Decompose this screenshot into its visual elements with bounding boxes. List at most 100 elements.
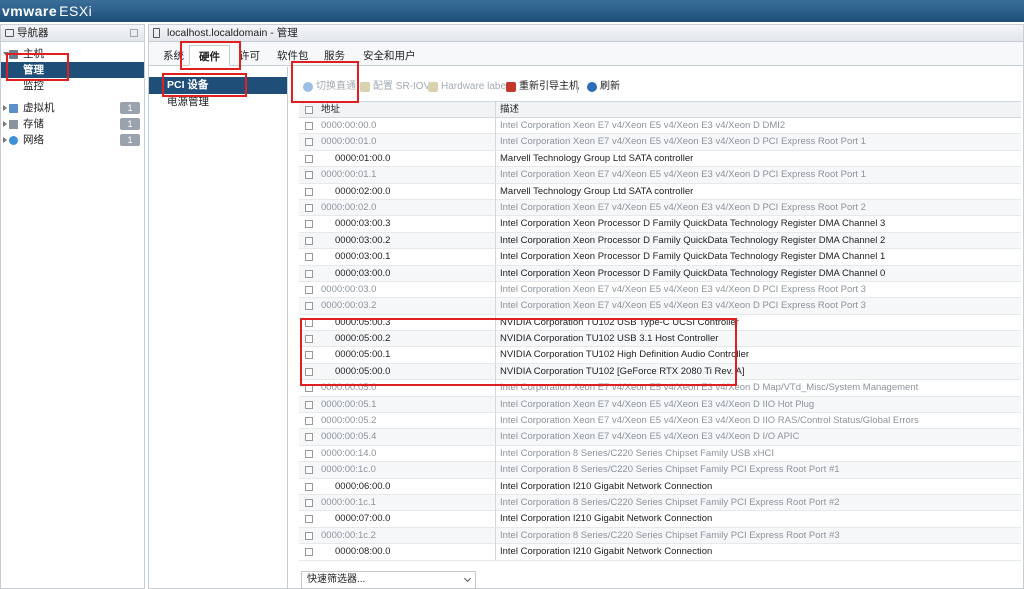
navigator-title: 导航器 (17, 27, 49, 39)
subnav-power-management[interactable]: 电源管理 (149, 94, 287, 111)
tab-system[interactable]: 系统 (163, 48, 184, 63)
row-checkbox[interactable] (305, 433, 313, 442)
reboot-host-button[interactable]: 重新引导主机 (506, 78, 579, 96)
row-checkbox[interactable] (305, 498, 313, 507)
refresh-button[interactable]: 刷新 (587, 78, 620, 96)
table-row[interactable]: 0000:03:00.2 Intel Corporation Xeon Proce… (299, 232, 1021, 250)
row-checkbox[interactable] (305, 482, 313, 491)
row-checkbox[interactable] (305, 400, 313, 409)
cell-address: 0000:00:05.2 (321, 415, 377, 427)
count-badge: 1 (120, 134, 140, 146)
expand-icon[interactable] (3, 137, 7, 143)
table-row[interactable]: 0000:00:00.0 Intel Corporation Xeon E7 v4… (299, 118, 1021, 135)
tab-hardware[interactable]: 硬件 (189, 45, 230, 66)
table-row[interactable]: 0000:00:01.1 Intel Corporation Xeon E7 v4… (299, 167, 1021, 184)
tab-security-users[interactable]: 安全和用户 (363, 48, 416, 63)
table-row[interactable]: 0000:03:00.3 Intel Corporation Xeon Proce… (299, 216, 1021, 233)
table-row[interactable]: 0000:00:01.0 Intel Corporation Xeon E7 v4… (299, 134, 1021, 151)
cell-description: Intel Corporation Xeon E7 v4/Xeon E5 v4/… (495, 429, 1021, 446)
expand-icon[interactable] (3, 121, 7, 127)
tab-services[interactable]: 服务 (324, 48, 345, 63)
row-checkbox[interactable] (305, 318, 313, 327)
table-row[interactable]: 0000:00:03.0 Intel Corporation Xeon E7 v4… (299, 281, 1021, 299)
reboot-host-label: 重新引导主机 (519, 81, 579, 92)
table-row[interactable]: 0000:00:1c.0 Intel Corporation 8 Series/C… (299, 462, 1021, 479)
tab-packages[interactable]: 软件包 (277, 48, 309, 63)
cell-address: 0000:03:00.1 (335, 251, 391, 263)
table-row[interactable]: 0000:02:00.0 Marvell Technology Group Ltd… (299, 183, 1021, 200)
table-row[interactable]: 0000:03:00.1 Intel Corporation Xeon Proce… (299, 249, 1021, 266)
row-checkbox[interactable] (305, 384, 313, 393)
row-checkbox[interactable] (305, 122, 313, 130)
row-checkbox[interactable] (305, 220, 313, 229)
reboot-icon (506, 82, 516, 92)
cell-address: 0000:05:00.1 (335, 349, 391, 361)
row-checkbox[interactable] (305, 285, 313, 294)
pencil-icon (428, 82, 438, 92)
row-checkbox[interactable] (305, 466, 313, 475)
row-checkbox[interactable] (305, 171, 313, 180)
nav-item-vms[interactable]: 虚拟机 1 (1, 100, 144, 116)
count-badge: 1 (120, 102, 140, 114)
table-row[interactable]: 0000:00:05.2 Intel Corporation Xeon E7 v4… (299, 413, 1021, 430)
table-row[interactable]: 0000:00:05.1 Intel Corporation Xeon E7 v4… (299, 396, 1021, 414)
table-row[interactable]: 0000:06:00.0 Intel Corporation I210 Gigab… (299, 478, 1021, 495)
expand-icon[interactable] (3, 105, 7, 111)
select-all-checkbox[interactable] (305, 106, 313, 114)
nav-item-storage[interactable]: 存储 1 (1, 116, 144, 132)
row-checkbox[interactable] (305, 138, 313, 147)
cell-address: 0000:05:00.0 (335, 365, 391, 377)
row-checkbox[interactable] (305, 154, 313, 163)
table-row[interactable]: 0000:05:00.2 NVIDIA Corporation TU102 USB… (299, 331, 1021, 348)
column-header-address[interactable]: 地址 (321, 102, 491, 118)
column-header-description[interactable]: 描述 (495, 102, 1021, 118)
table-row[interactable]: 0000:05:00.0 NVIDIA Corporation TU102 [Ge… (299, 363, 1021, 381)
row-checkbox[interactable] (305, 417, 313, 426)
cell-description: Intel Corporation 8 Series/C220 Series C… (495, 445, 1021, 462)
row-checkbox[interactable] (305, 236, 313, 245)
row-checkbox[interactable] (305, 302, 313, 311)
collapse-icon[interactable] (130, 29, 138, 37)
row-checkbox[interactable] (305, 515, 313, 524)
table-row[interactable]: 0000:00:1c.1 Intel Corporation 8 Series/C… (299, 494, 1021, 512)
table-row[interactable]: 0000:05:00.1 NVIDIA Corporation TU102 Hig… (299, 347, 1021, 364)
row-checkbox[interactable] (305, 548, 313, 557)
configure-sriov-button[interactable]: 配置 SR-IOV (360, 78, 430, 96)
table-row[interactable]: 0000:05:00.3 NVIDIA Corporation TU102 USB… (299, 314, 1021, 332)
tab-license[interactable]: 许可 (239, 48, 260, 63)
row-checkbox[interactable] (305, 203, 313, 212)
nav-item-manage[interactable]: 管理 (1, 62, 144, 78)
table-row[interactable]: 0000:08:00.0 Intel Corporation I210 Gigab… (299, 544, 1021, 561)
row-checkbox[interactable] (305, 269, 313, 278)
table-row[interactable]: 0000:03:00.0 Intel Corporation Xeon Proce… (299, 265, 1021, 282)
row-checkbox[interactable] (305, 449, 313, 458)
cell-description: NVIDIA Corporation TU102 High Definition… (495, 347, 1021, 364)
table-row[interactable]: 0000:00:14.0 Intel Corporation 8 Series/C… (299, 445, 1021, 463)
quick-filter-dropdown[interactable]: 快速筛选器... (301, 571, 476, 589)
row-checkbox[interactable] (305, 253, 313, 262)
nav-item-network-label: 网络 (23, 134, 44, 146)
cell-description: Intel Corporation 8 Series/C220 Series C… (495, 494, 1021, 511)
table-header: 地址 描述 (299, 101, 1021, 118)
row-checkbox[interactable] (305, 367, 313, 376)
refresh-label: 刷新 (600, 81, 620, 92)
row-checkbox[interactable] (305, 351, 313, 360)
table-row[interactable]: 0000:00:02.0 Intel Corporation Xeon E7 v4… (299, 199, 1021, 217)
table-row[interactable]: 0000:01:00.0 Marvell Technology Group Ltd… (299, 150, 1021, 168)
table-row[interactable]: 0000:00:05.4 Intel Corporation Xeon E7 v4… (299, 429, 1021, 446)
row-checkbox[interactable] (305, 187, 313, 196)
table-row[interactable]: 0000:00:03.2 Intel Corporation Xeon E7 v4… (299, 298, 1021, 315)
table-row[interactable]: 0000:00:05.0 Intel Corporation Xeon E7 v4… (299, 380, 1021, 397)
row-checkbox[interactable] (305, 531, 313, 540)
hardware-label-button[interactable]: Hardware label (428, 78, 508, 96)
nav-item-network[interactable]: 网络 1 (1, 132, 144, 148)
table-row[interactable]: 0000:00:1c.2 Intel Corporation 8 Series/C… (299, 527, 1021, 545)
nav-item-monitor[interactable]: 监控 (1, 78, 144, 94)
nav-item-host[interactable]: 主机 (1, 46, 144, 62)
navigator-header: 导航器 (1, 25, 144, 42)
cell-description: Intel Corporation Xeon Processor D Famil… (495, 265, 1021, 282)
toggle-passthrough-button[interactable]: 切换直通 (303, 78, 356, 96)
table-row[interactable]: 0000:07:00.0 Intel Corporation I210 Gigab… (299, 511, 1021, 528)
subnav-pci-devices[interactable]: PCI 设备 (149, 77, 287, 94)
row-checkbox[interactable] (305, 335, 313, 344)
